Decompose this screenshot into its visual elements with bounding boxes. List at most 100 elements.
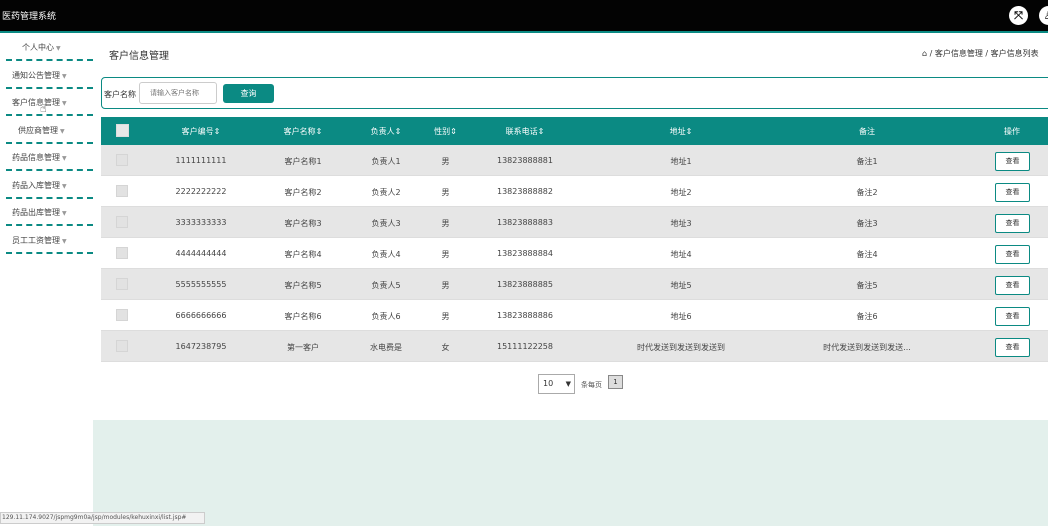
cell-id: 1111111111	[175, 156, 227, 165]
column-header-remark: 备注	[859, 127, 875, 136]
cell-id: 6666666666	[175, 311, 227, 320]
fullscreen-icon[interactable]: ⤧	[1009, 6, 1028, 25]
row-checkbox[interactable]	[116, 154, 128, 166]
app-title: 医药管理系统	[2, 12, 57, 22]
menu-divider	[6, 197, 93, 199]
row-checkbox[interactable]	[116, 185, 128, 197]
sidebar-item-supplier[interactable]: 供应商管理 ▼	[0, 118, 93, 144]
breadcrumb: ⌂ / 客户信息管理 / 客户信息列表	[922, 49, 1039, 58]
cell-phone: 13823888885	[497, 280, 553, 289]
cell-address: 地址5	[670, 281, 692, 290]
sidebar-item-label: 药品入库管理	[12, 181, 60, 190]
cell-address: 地址3	[670, 219, 692, 228]
view-button[interactable]: 查看	[995, 245, 1030, 264]
menu-divider	[6, 169, 93, 171]
cell-manager: 负责人5	[371, 281, 401, 290]
menu-divider	[6, 142, 93, 144]
view-button[interactable]: 查看	[995, 338, 1030, 357]
column-header-action: 操作	[1004, 127, 1020, 136]
chevron-down-icon: ▼	[60, 128, 65, 135]
page-size-value: 10	[543, 379, 554, 388]
column-header-phone[interactable]: 联系电话⇕	[490, 126, 560, 137]
menu-divider	[6, 224, 93, 226]
cell-name: 客户名称6	[284, 312, 322, 321]
cell-gender: 男	[441, 157, 450, 166]
cell-phone: 13823888884	[497, 249, 553, 258]
chevron-down-icon: ▼	[62, 183, 67, 190]
chevron-down-icon: ▼	[62, 73, 67, 80]
cell-manager: 负责人6	[371, 312, 401, 321]
sidebar-item-label: 客户信息管理	[12, 98, 60, 107]
view-button[interactable]: 查看	[995, 276, 1030, 295]
sidebar-item-label: 供应商管理	[18, 126, 58, 135]
chevron-down-icon: ▼	[62, 155, 67, 162]
table-row: 5555555555 客户名称5 负责人5 男 13823888885 地址5 备注5 查看	[101, 269, 1048, 300]
cell-remark: 备注4	[856, 250, 878, 259]
search-button[interactable]: 查询	[223, 84, 274, 103]
cell-address: 地址4	[670, 250, 692, 259]
cell-gender: 男	[441, 281, 450, 290]
sidebar-item-notice[interactable]: 通知公告管理 ▼	[0, 63, 93, 89]
row-checkbox[interactable]	[116, 309, 128, 321]
sidebar-item-salary[interactable]: 员工工资管理 ▼	[0, 228, 93, 254]
cell-phone: 13823888882	[497, 187, 553, 196]
column-header-id[interactable]: 客户编号⇕	[171, 126, 231, 137]
cell-gender: 男	[441, 219, 450, 228]
cell-remark: 备注3	[856, 219, 878, 228]
cell-name: 客户名称3	[284, 219, 322, 228]
cell-phone: 15111122258	[497, 342, 553, 351]
search-input[interactable]	[139, 82, 217, 104]
view-button[interactable]: 查看	[995, 214, 1030, 233]
table-row: 1111111111 客户名称1 负责人1 男 13823888881 地址1 备注1 查看	[101, 145, 1048, 176]
sidebar: 个人中心 ▼ 通知公告管理 ▼ 客户信息管理 ▼ 供应商管理 ▼ 药品信息管理 ▼ 药品入…	[0, 33, 93, 526]
row-checkbox[interactable]	[116, 278, 128, 290]
sidebar-item-personal-center[interactable]: 个人中心 ▼	[0, 35, 93, 61]
select-all-checkbox[interactable]	[116, 124, 129, 137]
view-button[interactable]: 查看	[995, 183, 1030, 202]
cell-id: 5555555555	[175, 280, 227, 289]
cell-manager: 负责人2	[371, 188, 401, 197]
sidebar-item-drug-inbound[interactable]: 药品入库管理 ▼	[0, 173, 93, 199]
sidebar-item-drug-outbound[interactable]: 药品出库管理 ▼	[0, 200, 93, 226]
page-title: 客户信息管理	[109, 51, 169, 62]
table-header: 客户编号⇕ 客户名称⇕ 负责人⇕ 性别⇕ 联系电话⇕ 地址⇕ 备注 操作	[101, 117, 1048, 145]
header-accent-line	[0, 31, 1048, 33]
column-header-gender[interactable]: 性别⇕	[423, 126, 468, 137]
row-checkbox[interactable]	[116, 216, 128, 228]
cell-name: 客户名称4	[284, 250, 322, 259]
view-button[interactable]: 查看	[995, 307, 1030, 326]
row-checkbox[interactable]	[116, 340, 128, 352]
sidebar-item-label: 药品出库管理	[12, 208, 60, 217]
view-button[interactable]: 查看	[995, 152, 1030, 171]
menu-divider	[6, 252, 93, 254]
content-background	[93, 420, 1048, 526]
cell-gender: 女	[441, 343, 450, 352]
user-icon[interactable]: ♙	[1039, 6, 1048, 25]
chevron-down-icon: ▼	[565, 380, 571, 388]
cell-id: 2222222222	[175, 187, 227, 196]
column-header-name[interactable]: 客户名称⇕	[273, 126, 333, 137]
cell-phone: 13823888883	[497, 218, 553, 227]
menu-divider	[6, 59, 93, 61]
column-header-manager[interactable]: 负责人⇕	[356, 126, 416, 137]
cell-id: 4444444444	[175, 249, 227, 258]
table-row: 3333333333 客户名称3 负责人3 男 13823888883 地址3 备注3 查看	[101, 207, 1048, 238]
cell-remark: 备注1	[856, 157, 878, 166]
sidebar-item-label: 通知公告管理	[12, 71, 60, 80]
table-row: 6666666666 客户名称6 负责人6 男 13823888886 地址6 备注6 查看	[101, 300, 1048, 331]
cell-address: 地址2	[670, 188, 692, 197]
cell-gender: 男	[441, 250, 450, 259]
cell-gender: 男	[441, 312, 450, 321]
row-checkbox[interactable]	[116, 247, 128, 259]
cell-address: 地址1	[670, 157, 692, 166]
cell-manager: 负责人3	[371, 219, 401, 228]
sidebar-item-label: 药品信息管理	[12, 153, 60, 162]
chevron-down-icon: ▼	[62, 210, 67, 217]
pagination-page-button[interactable]: 1	[608, 375, 623, 389]
sidebar-item-drug-info[interactable]: 药品信息管理 ▼	[0, 145, 93, 171]
page-size-select[interactable]: 10 ▼	[538, 374, 575, 394]
menu-divider	[6, 87, 93, 89]
cell-manager: 负责人4	[371, 250, 401, 259]
cell-id: 1647238795	[175, 342, 227, 351]
column-header-address[interactable]: 地址⇕	[641, 126, 721, 137]
